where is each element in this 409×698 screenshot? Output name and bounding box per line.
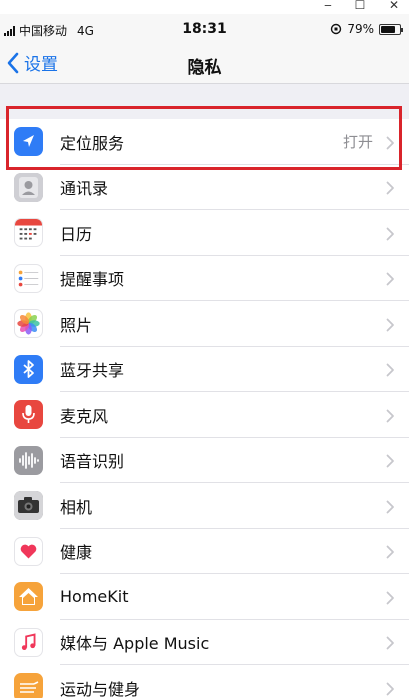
chevron-right-icon <box>386 226 395 241</box>
row-label: 定位服务 <box>60 133 125 153</box>
settings-row[interactable]: 日历 <box>0 210 409 256</box>
row-label: HomeKit <box>60 587 129 607</box>
row-label: 运动与健身 <box>60 679 141 698</box>
row-label: 媒体与 Apple Music <box>60 634 210 654</box>
row-label: 麦克风 <box>60 406 109 426</box>
navigation-bar: 设置 隐私 <box>0 44 409 84</box>
row-label: 健康 <box>60 543 93 563</box>
microphone-icon <box>14 400 43 429</box>
orientation-lock-icon <box>331 23 342 35</box>
location-arrow-icon <box>14 127 43 156</box>
chevron-right-icon <box>386 499 395 514</box>
settings-row[interactable]: 语音识别 <box>0 438 409 483</box>
reminders-icon <box>14 263 43 293</box>
settings-row[interactable]: 蓝牙共享 <box>0 347 409 392</box>
contacts-icon <box>14 172 43 202</box>
settings-row[interactable]: 健康 <box>0 529 409 574</box>
close-button[interactable]: ✕ <box>384 0 404 12</box>
row-label: 语音识别 <box>60 452 125 472</box>
page-title: 隐私 <box>187 58 222 78</box>
chevron-right-icon <box>386 135 395 150</box>
bluetooth-icon <box>14 354 43 384</box>
chevron-right-icon <box>386 362 395 377</box>
status-bar: 中国移动 4G 18:31 79% <box>0 14 409 44</box>
calendar-icon <box>14 218 43 247</box>
window-controls: ‒ ☐ ✕ <box>0 0 409 14</box>
settings-row[interactable]: 媒体与 Apple Music <box>0 620 409 665</box>
chevron-right-icon <box>386 408 395 423</box>
row-label: 提醒事项 <box>60 270 125 290</box>
settings-row[interactable]: HomeKit <box>0 574 409 620</box>
chevron-right-icon <box>386 635 395 650</box>
row-label: 蓝牙共享 <box>60 361 125 381</box>
settings-row[interactable]: 定位服务 打开 <box>0 119 409 165</box>
music-icon <box>14 627 43 657</box>
settings-row[interactable]: 麦克风 <box>0 392 409 438</box>
row-label: 照片 <box>60 315 93 335</box>
chevron-right-icon <box>386 453 395 468</box>
chevron-right-icon <box>386 681 395 696</box>
chevron-right-icon <box>386 180 395 195</box>
minimize-button[interactable]: ‒ <box>318 0 338 12</box>
battery-percent: 79% <box>347 22 374 36</box>
settings-row[interactable]: 通讯录 <box>0 165 409 210</box>
photos-icon <box>14 309 43 338</box>
battery-icon <box>379 23 403 35</box>
privacy-settings-list: 定位服务 打开通讯录日历提醒事项照片蓝牙共享麦克风语音识别相机健康 HomeKit 媒… <box>0 119 409 698</box>
row-label: 通讯录 <box>60 179 109 199</box>
row-label: 日历 <box>60 224 93 244</box>
settings-row[interactable]: 运动与健身 <box>0 665 409 698</box>
settings-row[interactable]: 相机 <box>0 483 409 529</box>
row-label: 相机 <box>60 497 93 517</box>
chevron-right-icon <box>386 544 395 559</box>
chevron-right-icon <box>386 271 395 286</box>
camera-icon <box>14 491 43 520</box>
homekit-icon <box>14 582 43 611</box>
health-icon <box>14 536 43 566</box>
chevron-right-icon <box>386 590 395 605</box>
motion-icon <box>14 673 43 698</box>
settings-row[interactable]: 提醒事项 <box>0 256 409 301</box>
maximize-button[interactable]: ☐ <box>350 0 370 12</box>
settings-row[interactable]: 照片 <box>0 301 409 347</box>
speech-recognition-icon <box>14 445 43 475</box>
row-value: 打开 <box>342 133 373 152</box>
chevron-right-icon <box>386 317 395 332</box>
